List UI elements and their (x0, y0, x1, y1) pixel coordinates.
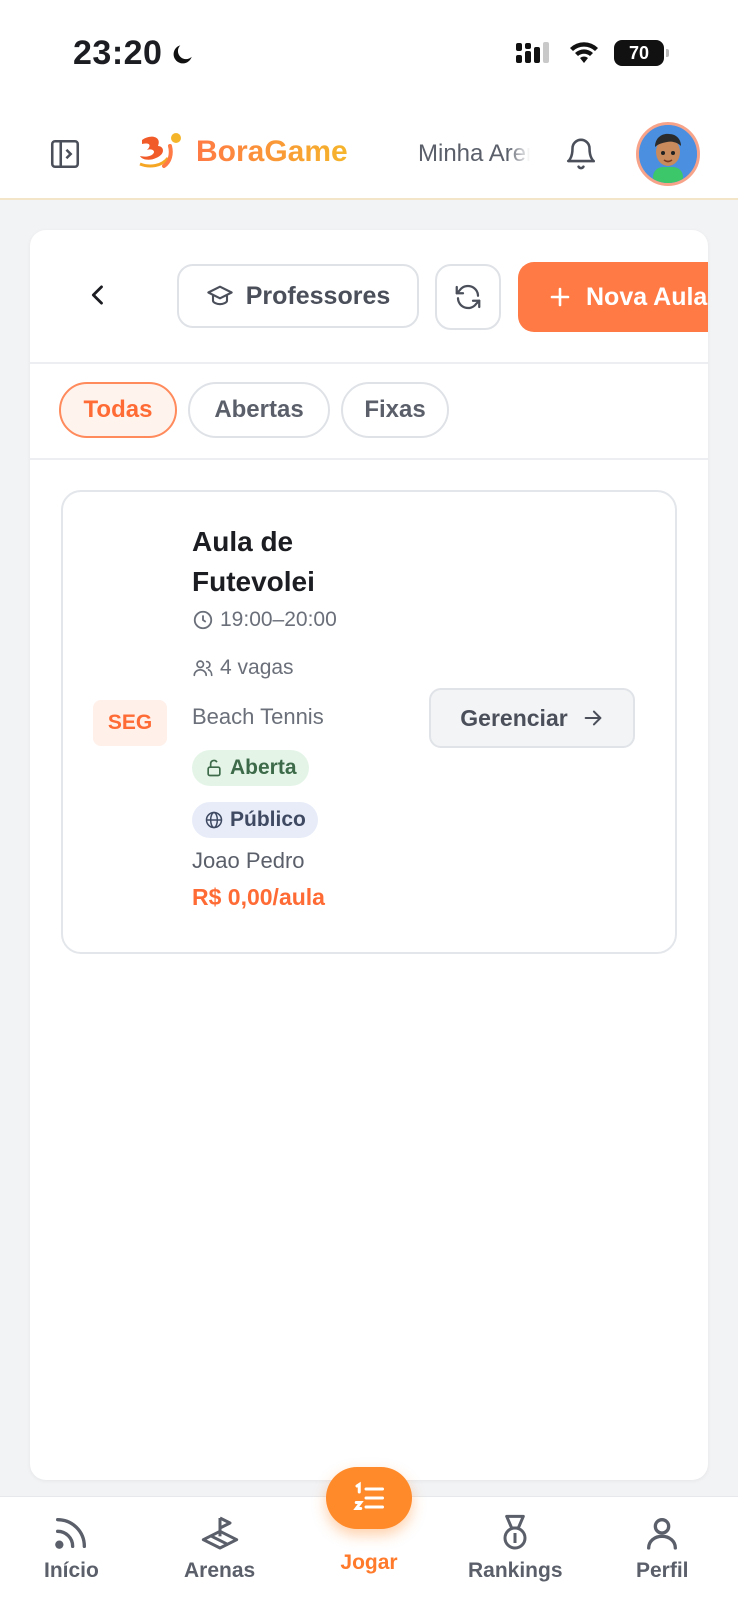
rss-feed-icon (55, 1518, 87, 1549)
class-spots: 4 vagas (192, 656, 294, 680)
nova-aula-label: Nova Aula (586, 282, 708, 311)
refresh-button[interactable] (435, 264, 501, 330)
class-title: Aula de Futevolei (192, 526, 315, 597)
class-card[interactable]: SEG Aula de Futevolei 19:00–20:00 4 vaga… (61, 490, 677, 954)
arena-selector[interactable]: Minha Arena (418, 140, 530, 168)
battery-icon: 70 (614, 40, 669, 66)
toolbar: Professores Nova Aula (30, 230, 708, 364)
app-header: BoraGame Minha Arena (0, 110, 738, 200)
status-badge-label: Aberta (230, 756, 297, 779)
professores-button[interactable]: Professores (177, 264, 419, 328)
manage-button[interactable]: Gerenciar (429, 688, 635, 748)
nav-perfil-label: Perfil (636, 1559, 689, 1582)
wifi-icon (570, 42, 598, 63)
class-sport: Beach Tennis (192, 704, 324, 729)
plus-icon (550, 287, 570, 307)
nav-inicio[interactable]: Início (44, 1513, 99, 1583)
arrow-right-icon (584, 710, 602, 726)
moon-icon (174, 44, 193, 63)
filter-abertas[interactable]: Abertas (188, 382, 330, 438)
nav-perfil[interactable]: Perfil (636, 1513, 689, 1583)
numbered-list-icon (353, 1481, 384, 1510)
visibility-badge: Público (192, 802, 318, 838)
app-logo[interactable]: BoraGame (136, 130, 348, 174)
nav-inicio-label: Início (44, 1559, 99, 1582)
battery-level: 70 (628, 42, 650, 63)
class-teacher: Joao Pedro (192, 848, 305, 873)
class-time-text: 19:00–20:00 (220, 608, 337, 631)
court-flag-icon (201, 1516, 238, 1550)
class-price: R$ 0,00/aula (192, 884, 325, 910)
avatar[interactable] (636, 122, 700, 186)
filter-fixas[interactable]: Fixas (341, 382, 449, 438)
day-badge: SEG (93, 700, 167, 746)
filter-todas[interactable]: Todas (59, 382, 177, 438)
avatar-illustration-icon (639, 125, 697, 183)
user-icon (647, 1518, 678, 1550)
filter-bar: Todas Abertas Fixas (30, 364, 708, 460)
status-bar: 23:20 70 (0, 0, 738, 110)
status-icons: 70 (516, 40, 669, 66)
manage-label: Gerenciar (460, 704, 568, 731)
users-icon (193, 660, 213, 677)
app-name: BoraGame (196, 135, 348, 168)
class-spots-text: 4 vagas (220, 656, 294, 679)
graduation-cap-icon (207, 285, 233, 306)
nav-rankings[interactable]: Rankings (468, 1513, 563, 1583)
boragame-logo-icon (139, 133, 181, 168)
chevron-left-icon (91, 285, 103, 305)
globe-icon (205, 811, 223, 829)
refresh-icon (455, 284, 481, 310)
content-card: Professores Nova Aula Todas Abertas Fixa… (30, 230, 708, 1480)
nav-rankings-label: Rankings (468, 1559, 563, 1582)
unlock-icon (207, 759, 221, 777)
medal-icon (503, 1514, 527, 1550)
bell-icon[interactable] (564, 136, 598, 172)
back-button[interactable] (74, 270, 122, 320)
nav-jogar-button[interactable] (326, 1467, 412, 1529)
nav-arenas[interactable]: Arenas (184, 1513, 255, 1583)
class-time: 19:00–20:00 (192, 608, 337, 632)
nova-aula-button[interactable]: Nova Aula (518, 262, 708, 332)
professores-label: Professores (245, 281, 391, 310)
nav-jogar-label[interactable]: Jogar (320, 1551, 418, 1575)
bottom-nav: Início Arenas Jogar Rankings Perfil (0, 1467, 738, 1600)
sidebar-toggle-icon[interactable] (48, 137, 82, 171)
signal-icon (516, 42, 549, 63)
nav-arenas-label: Arenas (184, 1559, 256, 1582)
status-time: 23:20 (73, 34, 196, 73)
status-badge: Aberta (192, 750, 309, 786)
visibility-badge-label: Público (230, 808, 306, 831)
clock-text: 23:20 (73, 34, 163, 72)
clock-icon (193, 610, 213, 630)
